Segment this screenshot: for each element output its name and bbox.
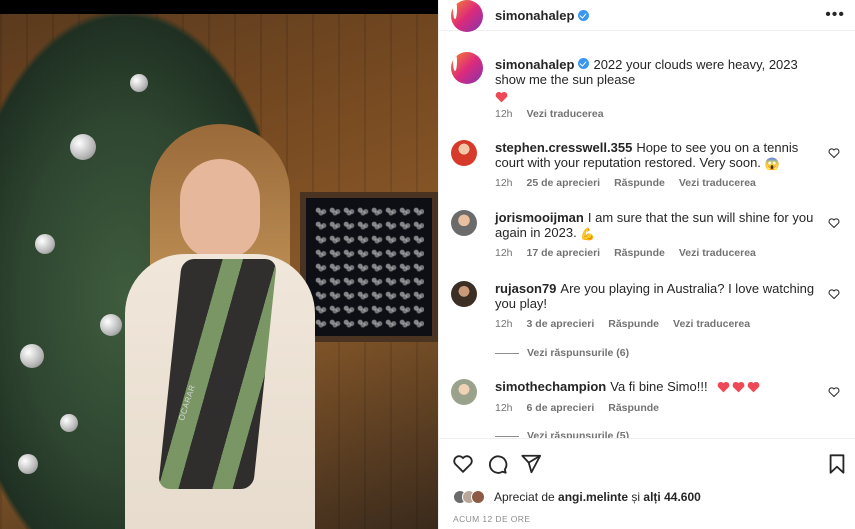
comment-reply-button[interactable]: Răspunde: [614, 177, 665, 189]
ornament: [20, 344, 44, 368]
comment-time[interactable]: 12h: [495, 402, 513, 414]
comment-meta: 12h 25 de aprecieri Răspunde Vezi traduc…: [495, 177, 756, 189]
caption-meta: 12h Vezi traducerea: [495, 108, 604, 120]
comment-reply-button[interactable]: Răspunde: [608, 402, 659, 414]
comment-username[interactable]: simothechampion: [495, 379, 606, 394]
comment-username[interactable]: rujason79: [495, 281, 556, 296]
ornament: [60, 414, 78, 432]
more-options-icon[interactable]: •••: [825, 6, 845, 24]
comment-likes[interactable]: 25 de aprecieri: [527, 177, 601, 189]
likes-suffix: și: [631, 490, 641, 504]
comment-avatar[interactable]: [451, 281, 477, 307]
comment-reply-button[interactable]: Răspunde: [608, 318, 659, 330]
red-heart-emoji-icon: [747, 381, 760, 393]
comment-likes[interactable]: 6 de aprecieri: [527, 402, 595, 414]
caption-time[interactable]: 12h: [495, 108, 513, 120]
view-replies-button[interactable]: Vezi răspunsurile (6): [495, 347, 629, 359]
like-comment-heart-icon[interactable]: [828, 217, 840, 229]
comment-avatar[interactable]: [451, 379, 477, 405]
liker-avatar: [471, 490, 485, 504]
ornament: [130, 74, 148, 92]
ornament: [70, 134, 96, 160]
comment-username[interactable]: stephen.cresswell.355: [495, 140, 632, 155]
caption-avatar[interactable]: [451, 52, 483, 84]
photo-top-bar: [0, 0, 438, 14]
comment-meta: 12h 6 de aprecieri Răspunde: [495, 402, 659, 414]
share-paper-plane-icon[interactable]: [520, 453, 542, 475]
caption-username[interactable]: simonahalep: [495, 57, 574, 72]
comment-bubble-icon[interactable]: [486, 453, 508, 475]
post-actions-bar: Apreciat de angi.melinte și alți 44.600 …: [439, 438, 855, 529]
like-comment-heart-icon[interactable]: [828, 386, 840, 398]
replies-divider-line: [495, 352, 519, 354]
red-heart-emoji-icon: [495, 91, 508, 103]
comment-translate[interactable]: Vezi traducerea: [679, 247, 756, 259]
comment-avatar[interactable]: [451, 210, 477, 236]
comment-time[interactable]: 12h: [495, 318, 513, 330]
verified-badge-icon: [578, 10, 590, 21]
comment-text: Va fi bine Simo!!!: [610, 379, 708, 394]
view-replies-button[interactable]: Vezi răspunsurile (5): [495, 430, 629, 438]
comment-avatar[interactable]: [451, 140, 477, 166]
like-heart-icon[interactable]: [452, 453, 474, 475]
face: [180, 159, 260, 259]
save-bookmark-icon[interactable]: [826, 453, 848, 475]
caption-translate[interactable]: Vezi traducerea: [527, 108, 604, 120]
window: [300, 192, 438, 342]
view-replies-label[interactable]: Vezi răspunsurile (5): [527, 430, 629, 438]
ornament: [35, 234, 55, 254]
photo-scene: OCARAR: [0, 14, 438, 529]
comment-body: rujason79 Are you playing in Australia? I…: [495, 281, 825, 311]
comment-reply-button[interactable]: Răspunde: [614, 247, 665, 259]
flexed-biceps-emoji: 💪: [580, 227, 596, 241]
comment-time[interactable]: 12h: [495, 247, 513, 259]
header-avatar[interactable]: [451, 0, 483, 32]
comment-meta: 12h 3 de aprecieri Răspunde Vezi traduce…: [495, 318, 750, 330]
caption-body: simonahalep 2022 your clouds were heavy, …: [495, 57, 825, 104]
replies-divider-line: [495, 435, 519, 437]
scream-emoji: 😱: [764, 157, 780, 171]
post-timestamp[interactable]: ACUM 12 DE ORE: [453, 514, 530, 524]
comment-meta: 12h 17 de aprecieri Răspunde Vezi traduc…: [495, 247, 756, 259]
comment-body: jorismooijman I am sure that the sun will…: [495, 210, 825, 242]
window-lights: [314, 206, 424, 328]
likes-summary: Apreciat de angi.melinte și alți 44.600: [453, 490, 701, 504]
comment-translate[interactable]: Vezi traducerea: [673, 318, 750, 330]
post-header: simonahalep •••: [439, 0, 855, 32]
person: OCARAR: [125, 124, 315, 529]
comment-username[interactable]: jorismooijman: [495, 210, 584, 225]
comment-body: simothechampion Va fi bine Simo!!!: [495, 379, 825, 394]
like-comment-heart-icon[interactable]: [828, 288, 840, 300]
likes-others[interactable]: alți 44.600: [643, 490, 700, 504]
ornament: [18, 454, 38, 474]
ornament: [100, 314, 122, 336]
verified-badge-icon: [578, 58, 590, 69]
likes-user[interactable]: angi.melinte: [558, 490, 628, 504]
red-heart-emoji-icon: [732, 381, 745, 393]
like-comment-heart-icon[interactable]: [828, 147, 840, 159]
red-heart-emoji-icon: [717, 381, 730, 393]
likes-prefix: Apreciat de: [494, 490, 555, 504]
comment-likes[interactable]: 3 de aprecieri: [527, 318, 595, 330]
post-panel: simonahalep ••• simonahalep 2022 your clo…: [438, 0, 855, 529]
comment-likes[interactable]: 17 de aprecieri: [527, 247, 601, 259]
post-photo[interactable]: OCARAR: [0, 0, 438, 529]
header-username[interactable]: simonahalep: [495, 8, 590, 23]
comment-translate[interactable]: Vezi traducerea: [679, 177, 756, 189]
view-replies-label[interactable]: Vezi răspunsurile (6): [527, 347, 629, 359]
comment-time[interactable]: 12h: [495, 177, 513, 189]
comments-list[interactable]: simonahalep 2022 your clouds were heavy, …: [439, 40, 855, 438]
header-username-text[interactable]: simonahalep: [495, 8, 574, 23]
comment-body: stephen.cresswell.355 Hope to see you on …: [495, 140, 825, 172]
liker-avatars[interactable]: [453, 490, 485, 504]
